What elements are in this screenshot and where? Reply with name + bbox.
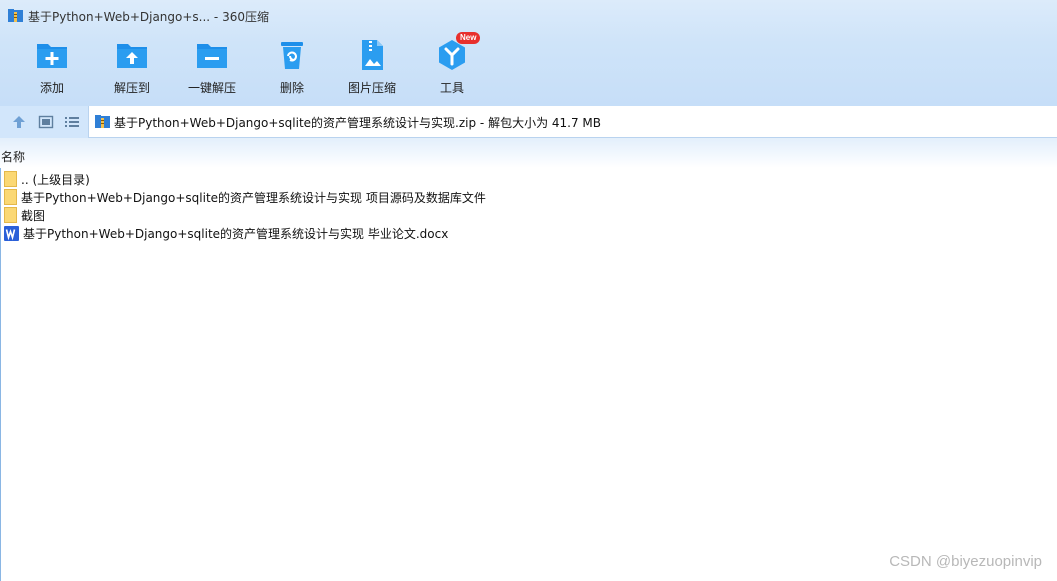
- delete-button[interactable]: 删除: [252, 36, 332, 98]
- watermark: CSDN @biyezuopinvip: [889, 553, 1042, 570]
- folder-icon: [4, 207, 17, 223]
- add-label: 添加: [39, 81, 64, 95]
- title-bar: 基于Python+Web+Django+s... - 360压缩: [0, 0, 1057, 30]
- tools-label: 工具: [439, 81, 464, 95]
- new-badge: New: [456, 32, 481, 44]
- window-title: 基于Python+Web+Django+s... - 360压缩: [28, 10, 269, 24]
- file-name: 基于Python+Web+Django+sqlite的资产管理系统设计与实现 毕…: [23, 226, 449, 241]
- file-name: .. (上级目录): [21, 172, 90, 187]
- archive-file-icon: [95, 115, 110, 128]
- extract-to-label: 解压到: [113, 81, 150, 95]
- image-compress-button[interactable]: 图片压缩: [332, 36, 412, 98]
- column-header-name[interactable]: 名称: [1, 148, 25, 165]
- file-name: 基于Python+Web+Django+sqlite的资产管理系统设计与实现 项…: [21, 190, 486, 205]
- one-click-extract-label: 一键解压: [187, 81, 236, 95]
- list-left-border: [0, 168, 1, 581]
- archive-app-icon: [8, 9, 23, 22]
- list-item-thesis-docx[interactable]: 基于Python+Web+Django+sqlite的资产管理系统设计与实现 毕…: [4, 224, 604, 242]
- column-header: 名称: [0, 138, 1057, 168]
- one-click-extract-button[interactable]: 一键解压: [172, 36, 252, 98]
- list-item-screenshots-folder[interactable]: 截图: [4, 206, 604, 224]
- image-compress-icon: [362, 40, 383, 70]
- list-item-source-folder[interactable]: 基于Python+Web+Django+sqlite的资产管理系统设计与实现 项…: [4, 188, 604, 206]
- list-item-parent-dir[interactable]: .. (上级目录): [4, 170, 604, 188]
- top-toolbar-area: 基于Python+Web+Django+s... - 360压缩 添加 解压到: [0, 0, 1057, 106]
- delete-label: 删除: [279, 81, 304, 95]
- address-path: 基于Python+Web+Django+sqlite的资产管理系统设计与实现.z…: [114, 116, 601, 130]
- folder-icon: [4, 189, 17, 205]
- add-button[interactable]: 添加: [12, 36, 92, 98]
- address-bar[interactable]: 基于Python+Web+Django+sqlite的资产管理系统设计与实现.z…: [88, 106, 1057, 138]
- thumbnail-view-icon[interactable]: [38, 114, 54, 130]
- extract-to-icon: [117, 44, 147, 68]
- add-folder-icon: [37, 44, 67, 68]
- up-arrow-icon[interactable]: [11, 114, 27, 130]
- tools-button[interactable]: New 工具: [412, 32, 492, 98]
- list-view-icon[interactable]: [64, 114, 80, 130]
- folder-icon: [4, 171, 17, 187]
- file-name: 截图: [21, 208, 46, 223]
- word-doc-icon: [4, 225, 19, 241]
- image-compress-label: 图片压缩: [347, 81, 396, 95]
- delete-icon: [281, 42, 303, 69]
- one-click-extract-icon: [197, 44, 227, 68]
- extract-to-button[interactable]: 解压到: [92, 36, 172, 98]
